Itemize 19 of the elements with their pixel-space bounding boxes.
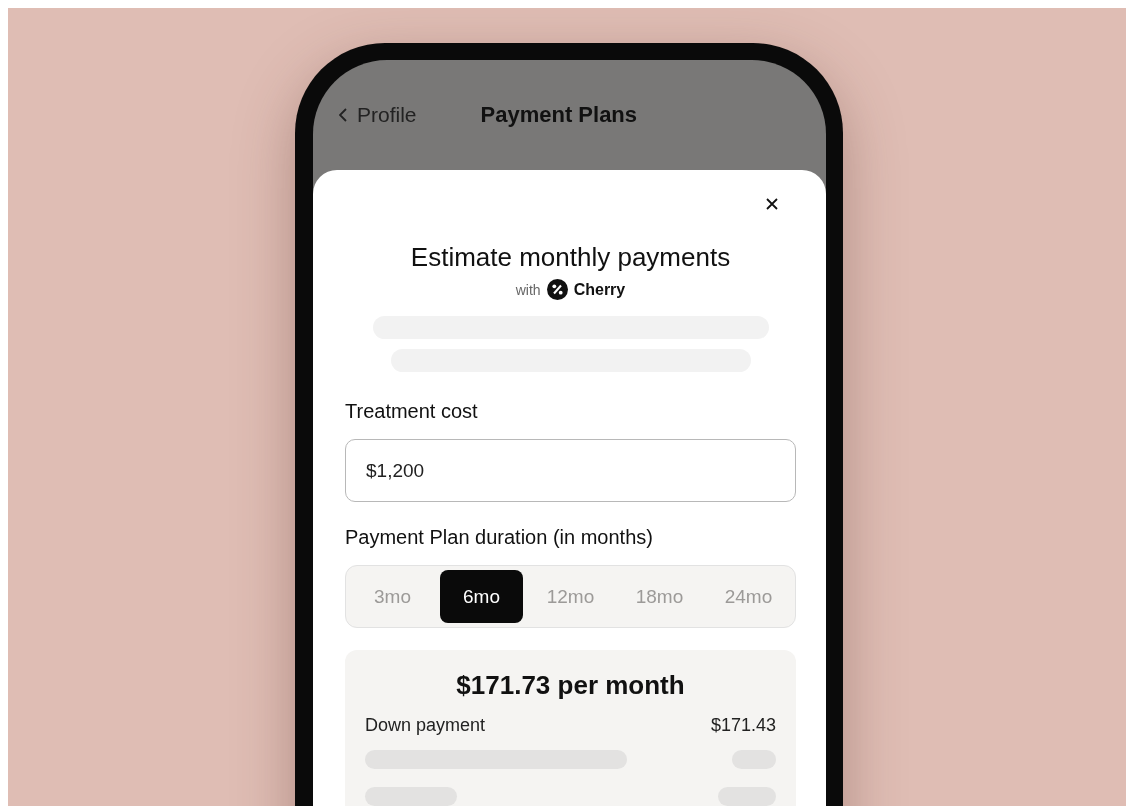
with-label: with (515, 281, 541, 298)
close-icon (766, 198, 778, 210)
modal-title: Estimate monthly payments (409, 242, 732, 273)
cost-input-field[interactable]: $1,200 (345, 439, 796, 502)
chevron-left-icon (339, 108, 347, 122)
duration-option[interactable]: 3mo (351, 570, 434, 623)
screen-title: Payment Plans (480, 102, 638, 128)
monthly-amount: $171.73 per month (455, 670, 686, 701)
duration-option[interactable]: 24mo (707, 570, 790, 623)
row-label: Down payment (365, 715, 486, 736)
percent-logo-icon (546, 279, 568, 300)
duration-option[interactable]: 18mo (618, 570, 701, 623)
row-value: $171.43 (710, 715, 776, 736)
duration-option[interactable]: 6mo (440, 570, 523, 623)
back-button[interactable]: Profile (339, 103, 417, 127)
field-label: Treatment cost (345, 400, 479, 423)
brand-name: Cherry (573, 280, 626, 299)
field-label: Payment Plan duration (in months) (345, 526, 654, 549)
duration-option[interactable]: 12mo (529, 570, 612, 623)
